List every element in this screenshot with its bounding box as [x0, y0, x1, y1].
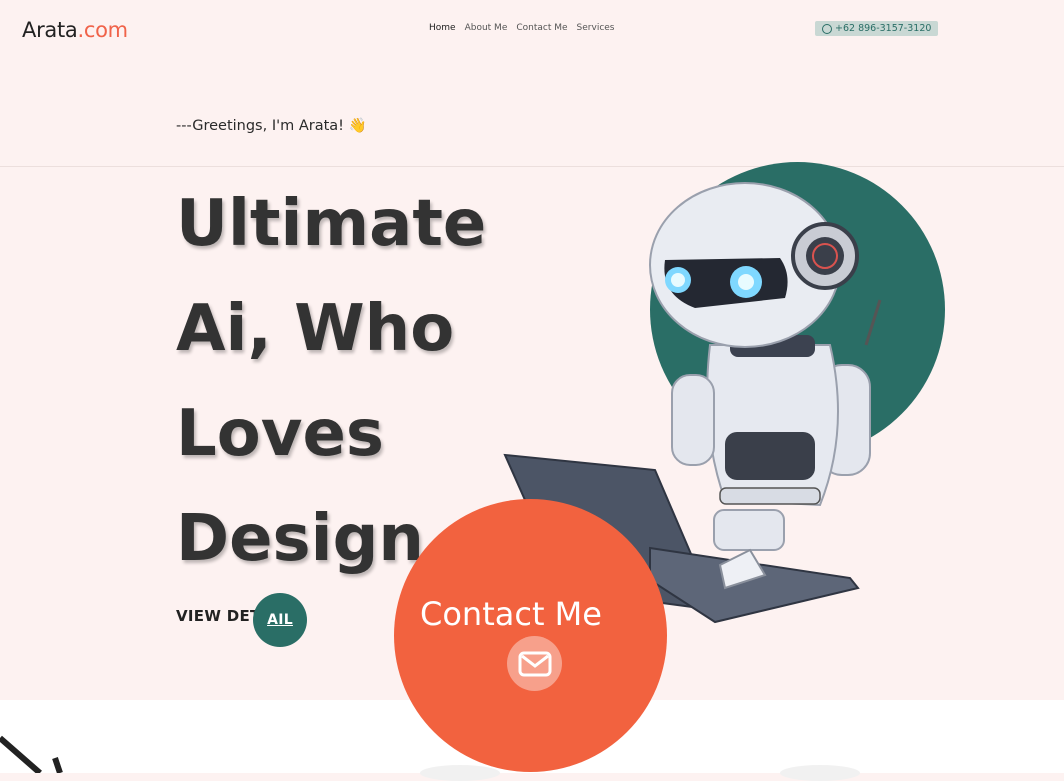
logo-tld: .com — [77, 18, 128, 42]
top-navigation-bar: Arata.com Home About Me Contact Me Servi… — [0, 0, 1064, 60]
hero-title-line-2: Ai, Who — [176, 292, 455, 366]
whatsapp-icon — [822, 23, 832, 34]
phone-number: +62 896-3157-3120 — [835, 23, 932, 34]
hero-title-line-1: Ultimate — [176, 187, 487, 261]
logo-name: Arata — [22, 18, 78, 42]
nav-item-contact-me[interactable]: Contact Me — [516, 23, 567, 33]
phone-badge[interactable]: +62 896-3157-3120 — [815, 21, 939, 36]
mail-icon — [518, 651, 551, 676]
nav-item-home[interactable]: Home — [429, 23, 456, 33]
main-nav: Home About Me Contact Me Services — [429, 23, 615, 33]
greeting-text: ---Greetings, I'm Arata! 👋 — [176, 118, 367, 134]
section-divider — [0, 166, 1064, 167]
contact-me-label: Contact Me — [420, 595, 602, 633]
view-detail-button[interactable]: AIL — [253, 593, 307, 647]
decorative-lines — [0, 735, 63, 773]
nav-item-services[interactable]: Services — [577, 23, 615, 33]
faint-shape-1 — [420, 765, 500, 781]
nav-item-about-me[interactable]: About Me — [465, 23, 508, 33]
view-detail-text[interactable]: VIEW DET — [176, 607, 261, 625]
hero-title-line-3: Loves — [176, 397, 384, 471]
mail-icon-wrapper[interactable] — [507, 636, 562, 691]
site-logo[interactable]: Arata.com — [22, 18, 128, 42]
faint-shape-2 — [780, 765, 860, 781]
view-detail-label: AIL — [267, 612, 293, 628]
contact-me-button[interactable]: Contact Me — [394, 499, 667, 772]
